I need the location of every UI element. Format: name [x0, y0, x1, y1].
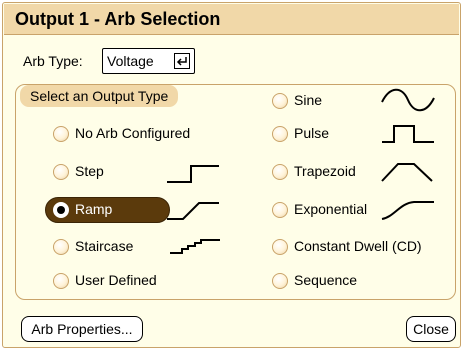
- option-label: User Defined: [75, 272, 157, 288]
- trapezoid-wave-icon: [381, 163, 433, 182]
- option-constant-dwell[interactable]: Constant Dwell (CD): [272, 234, 442, 260]
- ramp-wave-icon: [167, 202, 219, 220]
- arb-type-value: Voltage: [107, 53, 154, 69]
- radio-staircase[interactable]: [53, 239, 69, 255]
- arb-type-select[interactable]: Voltage: [102, 48, 195, 74]
- option-label: Trapezoid: [294, 163, 356, 179]
- option-label: Sine: [294, 92, 323, 108]
- radio-step[interactable]: [53, 164, 69, 180]
- option-exponential[interactable]: Exponential: [272, 197, 382, 223]
- radio-sine[interactable]: [272, 93, 288, 109]
- radio-ramp[interactable]: [53, 202, 69, 218]
- option-user-defined[interactable]: User Defined: [53, 268, 213, 294]
- option-label: Pulse: [294, 125, 330, 141]
- option-label: No Arb Configured: [75, 125, 191, 141]
- option-label: Exponential: [294, 201, 368, 217]
- option-label: Ramp: [75, 201, 113, 217]
- radio-pulse[interactable]: [272, 126, 288, 142]
- arb-properties-button[interactable]: Arb Properties...: [21, 316, 143, 342]
- window-title: Output 1 - Arb Selection: [15, 9, 221, 29]
- pulse-wave-icon: [382, 125, 434, 143]
- exponential-wave-icon: [381, 201, 434, 220]
- radio-no-arb-configured[interactable]: [53, 126, 69, 142]
- close-button[interactable]: Close: [406, 316, 456, 342]
- option-trapezoid[interactable]: Trapezoid: [272, 159, 382, 185]
- radio-constant-dwell[interactable]: [272, 239, 288, 255]
- radio-sequence[interactable]: [272, 273, 288, 289]
- step-wave-icon: [167, 165, 219, 183]
- radio-trapezoid[interactable]: [272, 164, 288, 180]
- option-ramp[interactable]: Ramp: [45, 197, 170, 223]
- radio-exponential[interactable]: [272, 202, 288, 218]
- enter-key-icon: [174, 53, 190, 69]
- option-label: Sequence: [294, 272, 358, 288]
- option-pulse[interactable]: Pulse: [272, 121, 372, 147]
- option-label: Staircase: [75, 238, 134, 254]
- output-type-group-label: Select an Output Type: [20, 85, 179, 107]
- option-label: Constant Dwell (CD): [294, 238, 422, 254]
- title-bar: Output 1 - Arb Selection: [4, 4, 459, 35]
- sine-wave-icon: [381, 88, 435, 112]
- option-sine[interactable]: Sine: [272, 88, 372, 114]
- option-staircase[interactable]: Staircase: [53, 234, 173, 260]
- option-sequence[interactable]: Sequence: [272, 268, 382, 294]
- arb-type-label: Arb Type:: [23, 53, 83, 69]
- option-label: Step: [75, 163, 104, 179]
- staircase-wave-icon: [170, 239, 220, 254]
- radio-user-defined[interactable]: [53, 273, 69, 289]
- option-no-arb-configured[interactable]: No Arb Configured: [53, 121, 213, 147]
